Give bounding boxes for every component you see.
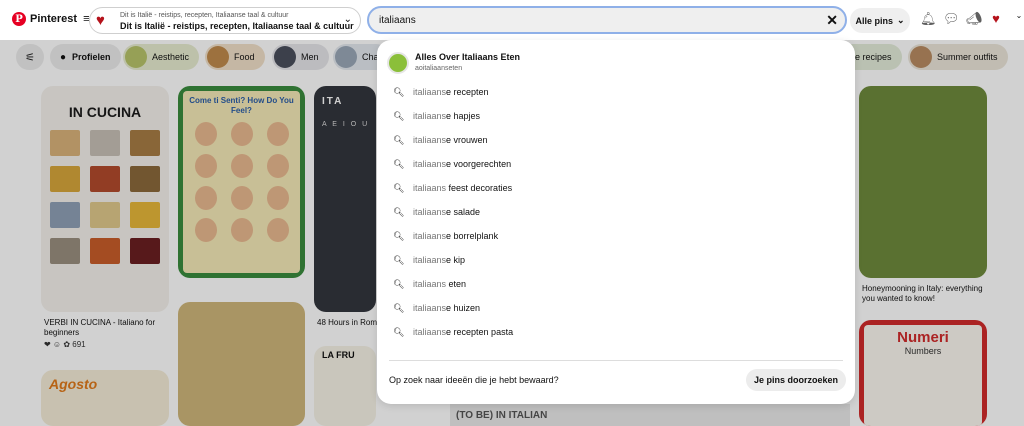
clear-search-icon[interactable]: ✕ bbox=[826, 12, 838, 29]
search-icon: 🔍︎ bbox=[393, 278, 405, 289]
suggested-profile[interactable]: Alles Over Italiaans Eten aoitaliaansete… bbox=[387, 52, 520, 74]
suggestion-prefix: italiaans bbox=[413, 327, 447, 337]
suggestion-completion: e recepten pasta bbox=[446, 327, 514, 337]
profile-avatar bbox=[387, 52, 409, 74]
search-suggestion[interactable]: 🔍︎ italiaans e recepten bbox=[393, 85, 489, 99]
search-suggestion[interactable]: 🔍︎ italiaans e voorgerechten bbox=[393, 157, 511, 171]
suggestion-prefix: italiaans bbox=[413, 183, 447, 193]
suggestion-completion: e hapjes bbox=[446, 111, 481, 121]
search-icon: 🔍︎ bbox=[393, 134, 405, 145]
divider bbox=[389, 360, 843, 361]
board-small-label: Dit is Italië - reistips, recepten, Ital… bbox=[120, 11, 289, 19]
logo-label: Pinterest bbox=[30, 13, 78, 25]
pinterest-logo[interactable]: P Pinterest ≡ bbox=[12, 12, 90, 26]
suggestion-completion: feest decoraties bbox=[446, 183, 513, 193]
search-icon: 🔍︎ bbox=[393, 230, 405, 241]
suggestion-prefix: italiaans bbox=[413, 159, 447, 169]
pinterest-page: P Pinterest ≡ ♥ Dit is Italië - reistips… bbox=[0, 0, 1024, 426]
suggestion-prefix: italiaans bbox=[413, 207, 447, 217]
search-input-value[interactable]: italiaans bbox=[379, 15, 416, 26]
suggestion-completion: e recepten bbox=[446, 87, 489, 97]
chevron-down-icon: ⌄ bbox=[896, 15, 905, 25]
search-suggestion[interactable]: 🔍︎ italiaans e huizen bbox=[393, 301, 480, 315]
top-header: P Pinterest ≡ ♥ Dit is Italië - reistips… bbox=[0, 0, 1024, 40]
search-input[interactable]: italiaans ✕ bbox=[367, 6, 847, 34]
profile-handle: aoitaliaanseten bbox=[415, 65, 463, 72]
search-suggestion[interactable]: 🔍︎ italiaans eten bbox=[393, 277, 466, 291]
search-suggestion[interactable]: 🔍︎ italiaans e salade bbox=[393, 205, 480, 219]
search-suggestion[interactable]: 🔍︎ italiaans feest decoraties bbox=[393, 181, 512, 195]
saved-ideas-question: Op zoek naar ideeën die je hebt bewaard? bbox=[389, 375, 559, 385]
board-text: Dit is Italië - reistips, recepten, Ital… bbox=[120, 11, 354, 31]
suggestion-completion: e kip bbox=[446, 255, 466, 265]
suggestion-completion: e borrelplank bbox=[446, 231, 499, 241]
search-icon: 🔍︎ bbox=[393, 254, 405, 265]
heart-icon: ♥ bbox=[96, 11, 105, 29]
suggestion-prefix: italiaans bbox=[413, 255, 447, 265]
search-your-pins-button[interactable]: Je pins doorzoeken bbox=[745, 369, 846, 391]
board-selector[interactable]: ♥ Dit is Italië - reistips, recepten, It… bbox=[89, 7, 361, 34]
search-suggestions-dropdown: Alles Over Italiaans Eten aoitaliaansete… bbox=[377, 40, 855, 404]
search-icon: 🔍︎ bbox=[393, 86, 405, 97]
suggestion-completion: eten bbox=[446, 279, 467, 289]
board-main-label: Dit is Italië - reistips, recepten, Ital… bbox=[120, 20, 354, 31]
suggestion-completion: e salade bbox=[446, 207, 481, 217]
suggestion-prefix: italiaans bbox=[413, 303, 447, 313]
profile-text: Alles Over Italiaans Eten aoitaliaansete… bbox=[415, 52, 520, 74]
megaphone-icon[interactable]: 📣︎ bbox=[966, 11, 983, 27]
search-suggestion[interactable]: 🔍︎ italiaans e vrouwen bbox=[393, 133, 488, 147]
search-icon: 🔍︎ bbox=[393, 206, 405, 217]
scope-label: Alle pins bbox=[855, 15, 893, 26]
search-suggestion[interactable]: 🔍︎ italiaans e borrelplank bbox=[393, 229, 498, 243]
search-suggestion[interactable]: 🔍︎ italiaans e recepten pasta bbox=[393, 325, 513, 339]
account-avatar-icon[interactable]: ♥ bbox=[989, 11, 1003, 27]
profile-name: Alles Over Italiaans Eten bbox=[415, 52, 521, 62]
notifications-bell-icon[interactable]: 🔔︎ bbox=[920, 11, 937, 27]
search-icon: 🔍︎ bbox=[393, 110, 405, 121]
suggestion-prefix: italiaans bbox=[413, 279, 447, 289]
chevron-down-icon: ⌄ bbox=[343, 14, 352, 25]
suggestion-completion: e huizen bbox=[446, 303, 481, 313]
pinterest-logo-icon: P bbox=[12, 12, 26, 26]
suggestion-completion: e vrouwen bbox=[446, 135, 488, 145]
suggestion-prefix: italiaans bbox=[413, 111, 447, 121]
header-icons: 🔔︎ 💬︎ 📣︎ ♥ ⌄ bbox=[920, 11, 1024, 27]
suggestion-prefix: italiaans bbox=[413, 135, 447, 145]
suggestion-prefix: italiaans bbox=[413, 231, 447, 241]
suggestion-prefix: italiaans bbox=[413, 87, 447, 97]
account-chevron-icon[interactable]: ⌄ bbox=[1012, 11, 1024, 27]
search-icon: 🔍︎ bbox=[393, 182, 405, 193]
search-suggestion[interactable]: 🔍︎ italiaans e hapjes bbox=[393, 109, 480, 123]
search-icon: 🔍︎ bbox=[393, 326, 405, 337]
search-icon: 🔍︎ bbox=[393, 158, 405, 169]
messages-icon[interactable]: 💬︎ bbox=[943, 11, 960, 27]
search-suggestion[interactable]: 🔍︎ italiaans e kip bbox=[393, 253, 465, 267]
suggestion-completion: e voorgerechten bbox=[446, 159, 512, 169]
search-scope-dropdown[interactable]: Alle pins ⌄ bbox=[850, 8, 910, 33]
search-icon: 🔍︎ bbox=[393, 302, 405, 313]
